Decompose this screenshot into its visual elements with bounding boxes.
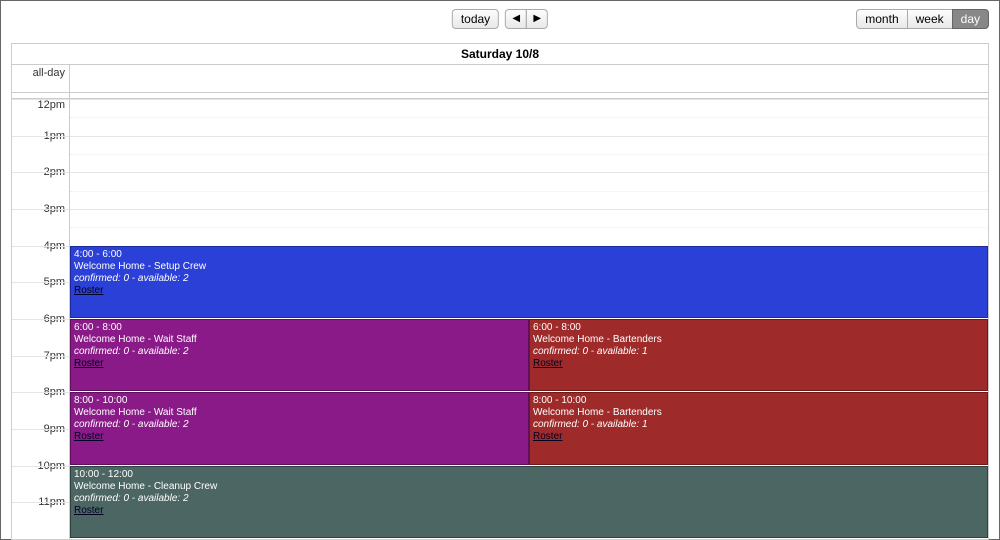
- roster-link[interactable]: Roster: [533, 431, 984, 443]
- event-time: 6:00 - 8:00: [74, 322, 525, 334]
- event-time: 6:00 - 8:00: [533, 322, 984, 334]
- month-view-button[interactable]: month: [856, 9, 907, 29]
- calendar-event[interactable]: 6:00 - 8:00Welcome Home - Bartendersconf…: [529, 319, 988, 391]
- allday-label: all-day: [12, 65, 70, 92]
- date-header: Saturday 10/8: [12, 44, 988, 65]
- event-status: confirmed: 0 - available: 2: [74, 273, 984, 285]
- prev-button[interactable]: ◀: [505, 9, 527, 29]
- app-frame: today ◀ ▶ month week day Saturday 10/8 a…: [0, 0, 1000, 540]
- hours-gutter: 12pm1pm2pm3pm4pm5pm6pm7pm8pm9pm10pm11pm: [12, 99, 70, 539]
- calendar-event[interactable]: 4:00 - 6:00Welcome Home - Setup Crewconf…: [70, 246, 988, 318]
- nav-group: ◀ ▶: [505, 9, 548, 29]
- event-status: confirmed: 0 - available: 1: [533, 419, 984, 431]
- event-title: Welcome Home - Setup Crew: [74, 261, 984, 273]
- toolbar-center-group: today ◀ ▶: [452, 9, 548, 29]
- time-grid: 12pm1pm2pm3pm4pm5pm6pm7pm8pm9pm10pm11pm …: [12, 99, 988, 539]
- calendar-event[interactable]: 8:00 - 10:00Welcome Home - Bartenderscon…: [529, 392, 988, 464]
- event-title: Welcome Home - Cleanup Crew: [74, 481, 984, 493]
- event-time: 8:00 - 10:00: [533, 395, 984, 407]
- hour-line: [70, 172, 988, 173]
- calendar: Saturday 10/8 all-day 12pm1pm2pm3pm4pm5p…: [11, 43, 989, 540]
- today-button[interactable]: today: [452, 9, 499, 29]
- next-button[interactable]: ▶: [526, 9, 548, 29]
- hour-label: 12pm: [37, 99, 65, 111]
- event-status: confirmed: 0 - available: 2: [74, 493, 984, 505]
- roster-link[interactable]: Roster: [74, 285, 984, 297]
- event-time: 4:00 - 6:00: [74, 249, 984, 261]
- calendar-event[interactable]: 8:00 - 10:00Welcome Home - Wait Staffcon…: [70, 392, 529, 464]
- event-title: Welcome Home - Bartenders: [533, 334, 984, 346]
- roster-link[interactable]: Roster: [533, 358, 984, 370]
- event-time: 10:00 - 12:00: [74, 469, 984, 481]
- event-title: Welcome Home - Bartenders: [533, 407, 984, 419]
- week-view-button[interactable]: week: [907, 9, 953, 29]
- roster-link[interactable]: Roster: [74, 431, 525, 443]
- calendar-event[interactable]: 10:00 - 12:00Welcome Home - Cleanup Crew…: [70, 466, 988, 538]
- event-status: confirmed: 0 - available: 1: [533, 346, 984, 358]
- allday-row: all-day: [12, 65, 988, 93]
- roster-link[interactable]: Roster: [74, 505, 984, 517]
- calendar-toolbar: today ◀ ▶ month week day: [11, 9, 989, 33]
- event-status: confirmed: 0 - available: 2: [74, 346, 525, 358]
- view-switcher: month week day: [856, 9, 989, 29]
- hour-line: [70, 99, 988, 100]
- event-time: 8:00 - 10:00: [74, 395, 525, 407]
- half-hour-line: [70, 117, 988, 118]
- hour-line: [70, 209, 988, 210]
- event-title: Welcome Home - Wait Staff: [74, 334, 525, 346]
- event-status: confirmed: 0 - available: 2: [74, 419, 525, 431]
- half-hour-line: [70, 191, 988, 192]
- event-title: Welcome Home - Wait Staff: [74, 407, 525, 419]
- allday-body[interactable]: [70, 65, 988, 92]
- half-hour-line: [70, 154, 988, 155]
- roster-link[interactable]: Roster: [74, 358, 525, 370]
- hour-line: [70, 136, 988, 137]
- day-view-button[interactable]: day: [952, 9, 989, 29]
- day-column[interactable]: 4:00 - 6:00Welcome Home - Setup Crewconf…: [70, 99, 988, 539]
- calendar-event[interactable]: 6:00 - 8:00Welcome Home - Wait Staffconf…: [70, 319, 529, 391]
- half-hour-line: [70, 227, 988, 228]
